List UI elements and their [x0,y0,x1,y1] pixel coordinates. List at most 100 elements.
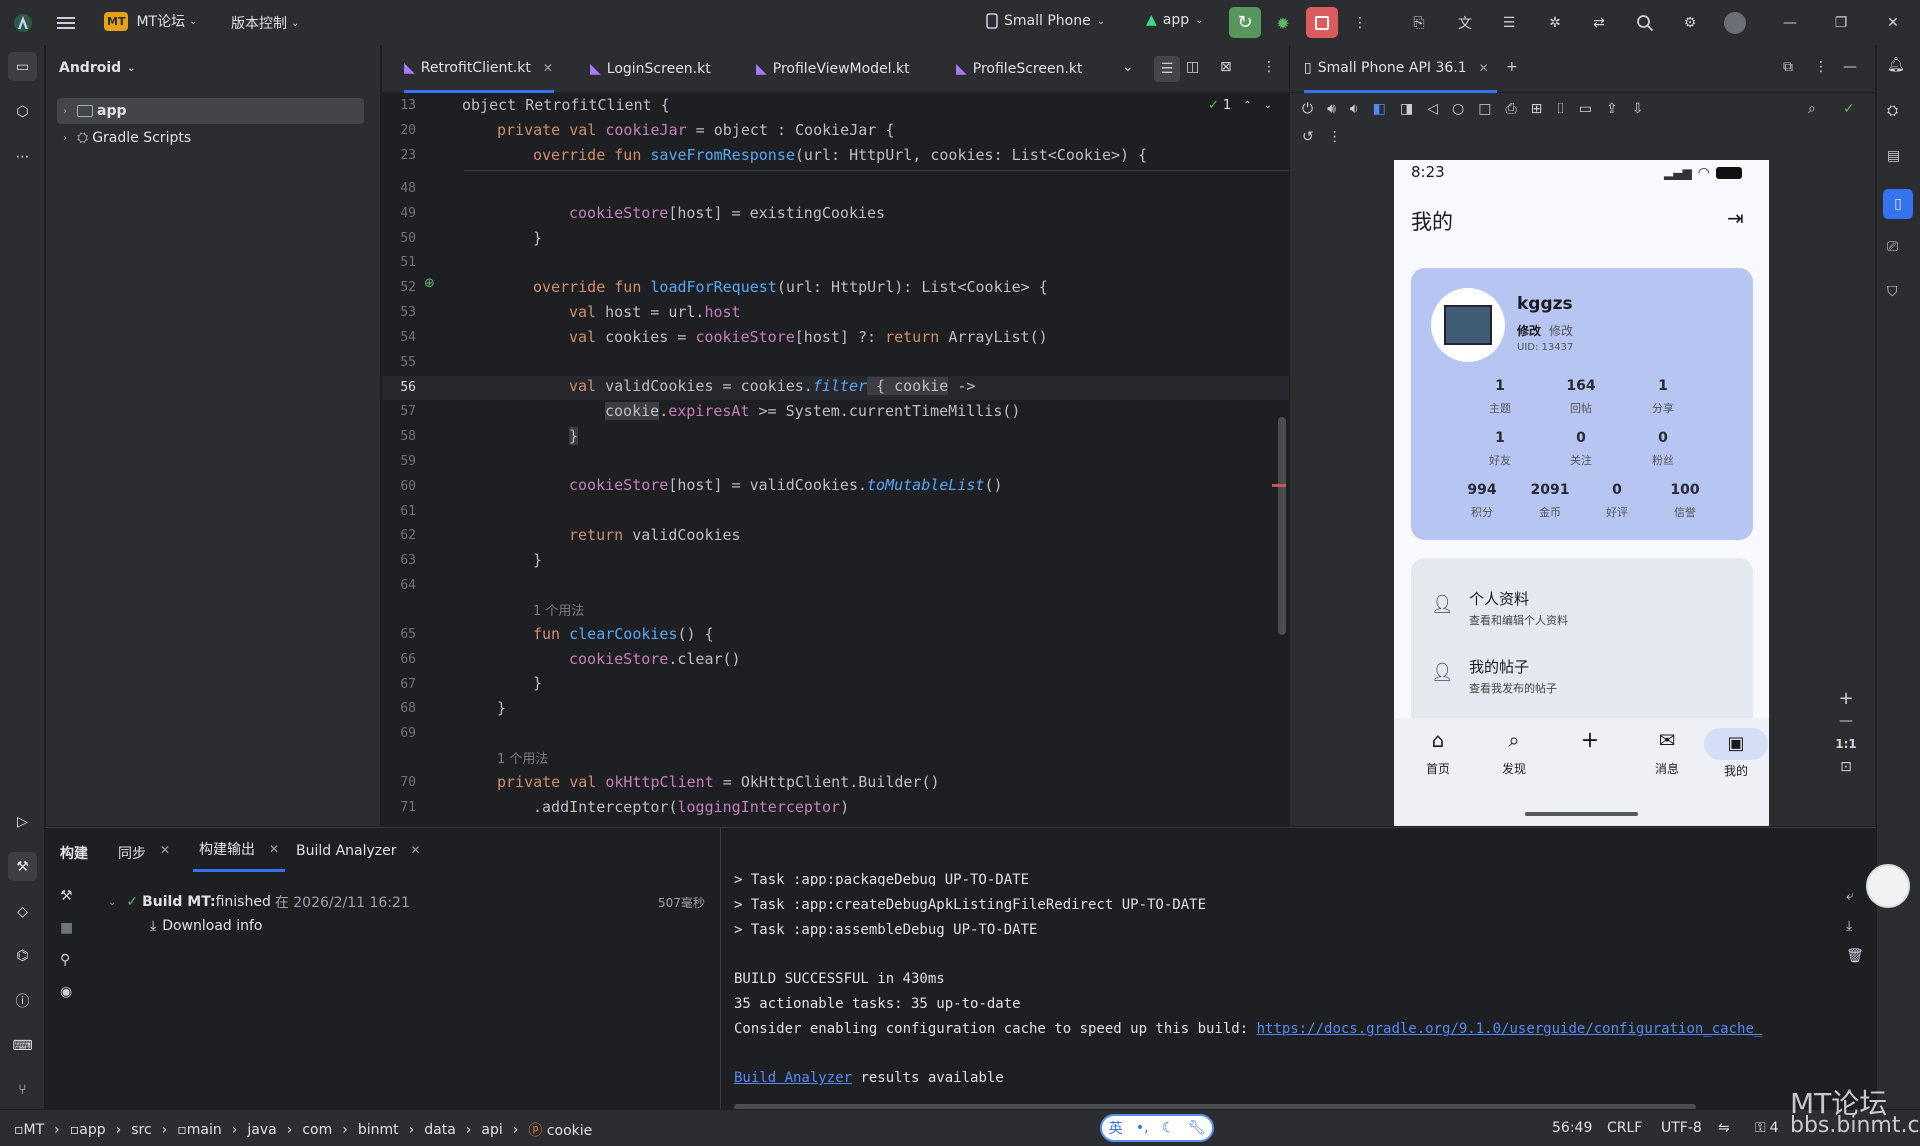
avatar[interactable] [1431,288,1505,362]
tree-item-app[interactable]: › app [57,98,364,124]
breadcrumb-item[interactable]: api [481,1122,502,1138]
tab-device[interactable]: ▯ Small Phone API 36.1 ✕ [1304,45,1497,93]
close-tab-icon[interactable]: ✕ [411,843,421,859]
translate-icon[interactable]: 文 [1453,12,1477,34]
pin-icon[interactable]: ⚲ [60,952,73,968]
debug-button[interactable]: ✹ [1272,12,1294,34]
wrench-icon[interactable]: 🔧︎ [1188,1120,1206,1136]
apply-changes-button[interactable]: ↻ [1229,7,1261,38]
history-icon[interactable]: ↺ [1302,129,1314,145]
breadcrumb-item[interactable]: java [247,1122,276,1138]
logout-icon[interactable]: ⇥ [1727,206,1744,230]
edit-link[interactable]: 修改 修改 [1517,322,1573,339]
stop-button[interactable] [1306,7,1338,38]
plugin-icon[interactable]: ✲ [1543,12,1567,34]
build-tree-root[interactable]: ⌄ ✓ Build MT: finished 在 2026/2/11 16:21 [108,892,410,912]
breadcrumb-item[interactable]: data [424,1122,456,1138]
close-tab-icon[interactable]: ✕ [1479,61,1489,75]
usage-hint[interactable]: 1 个用法 [497,748,548,767]
breadcrumb-item[interactable]: ▫app [70,1122,106,1138]
tab-profileviewmodel[interactable]: ◣ ProfileViewModel.kt [756,45,910,93]
split-view-icon[interactable]: ◫ [1186,59,1199,75]
overview-icon[interactable]: □ [1478,101,1491,117]
android-studio-logo-icon[interactable] [12,12,34,34]
gradle-tool-icon[interactable]: ⛭ [1887,103,1898,119]
volume-down-icon[interactable]: 🔉︎ [1350,101,1359,117]
account-avatar[interactable] [1724,12,1746,34]
rotate-left-icon[interactable]: ◧ [1373,101,1386,117]
notifications-icon[interactable]: 🔔︎ [1887,57,1905,73]
minimize-window-icon[interactable]: — [1779,12,1801,34]
tab-list-chevron-icon[interactable]: ⌄ [1122,59,1134,75]
editor-scrollbar[interactable] [1278,417,1286,635]
close-tab-icon[interactable]: ✕ [160,843,170,863]
design-view-icon[interactable]: ⊠ [1220,59,1232,75]
project-tool-button[interactable]: ▭ [8,52,37,81]
settings-gear-icon[interactable]: ⚙ [1678,12,1702,34]
moon-icon[interactable]: ☾ [1162,1120,1175,1136]
terminal-tool-button[interactable]: ⌨ [8,1031,37,1060]
close-tab-icon[interactable]: ✕ [269,842,279,856]
main-menu-icon[interactable] [56,13,76,33]
build-tree-child[interactable]: ⤓ Download info [150,918,263,934]
splitter[interactable] [720,828,721,1110]
structure-icon[interactable]: ☰ [1497,12,1521,34]
clear-output-icon[interactable]: 🗑︎ [1846,948,1864,964]
external-window-icon[interactable]: ⧉ [1783,59,1793,75]
running-devices-button[interactable]: ▯ [1883,189,1913,219]
git-tool-button[interactable]: ⑂ [8,1075,37,1104]
override-gutter-icon[interactable]: ⊕ [424,276,435,291]
breadcrumb-item[interactable]: binmt [358,1122,399,1138]
resource-manager-button[interactable]: ⬡ [8,97,37,126]
restore-window-icon[interactable]: ❐ [1830,12,1852,34]
code-area[interactable]: object RetrofitClient { private val cook… [462,93,1289,826]
more-icon[interactable]: ⋮ [1328,129,1342,145]
breadcrumb-item[interactable]: ⓟ cookie [528,1120,592,1140]
file-encoding[interactable]: UTF-8 [1661,1120,1702,1136]
sync-project-icon[interactable]: ⎘ [1407,12,1431,34]
eye-icon[interactable]: ◉ [60,984,73,1000]
zoom-fit-icon[interactable]: ⊡ [1831,759,1861,775]
assistant-avatar[interactable] [1866,864,1910,908]
zoom-actual-size[interactable]: 1:1 [1831,737,1861,751]
vcs-menu[interactable]: 版本控制 ⌄ [231,13,299,33]
panel-more-icon[interactable]: ⋮ [1814,59,1828,75]
nav-discover[interactable]: ⌕ 发现 [1484,728,1544,777]
build-analyzer-link[interactable]: Build Analyzer [734,1070,852,1086]
run-tool-button[interactable]: ▷ [8,807,37,836]
problems-tool-button[interactable]: ⓘ [8,986,37,1015]
config-cache-link[interactable]: https://docs.gradle.org/9.1.0/userguide/… [1257,1021,1763,1037]
gemini-tool-button[interactable]: ◇ [8,897,37,926]
device-explorer-icon[interactable]: ▤ [1887,148,1900,164]
run-config-selector[interactable]: ▲ app ⌄ [1146,12,1204,28]
indent-setting[interactable]: ⚿ 4 [1755,1120,1779,1136]
snapshot-icon[interactable]: ⊞ [1531,101,1543,117]
home-icon[interactable]: ○ [1452,101,1464,117]
layout-inspector-icon[interactable]: ⌕ [1808,101,1816,117]
more-actions-icon[interactable]: ⋮ [1350,12,1370,34]
menu-item-my-posts[interactable]: 👤︎ 我的帖子 查看我发布的帖子 [1411,648,1753,698]
build-hammer-icon[interactable]: ⚒ [60,888,73,904]
search-icon[interactable] [1633,12,1657,34]
line-separator[interactable]: CRLF [1607,1120,1642,1136]
zoom-in-icon[interactable]: + [1831,688,1861,709]
ime-toolbar[interactable]: 英 •, ☾ 🔧︎ [1100,1114,1214,1142]
error-stripe-marker[interactable] [1272,484,1286,487]
soft-wrap-icon[interactable]: ⤶ [1846,888,1864,904]
app-inspection-button[interactable]: ⌬ [8,941,37,970]
tab-build-output[interactable]: 构建输出 ✕ [193,828,286,872]
project-selector[interactable]: MT MT论坛 ⌄ [104,11,197,31]
record-icon[interactable]: ▭ [1579,101,1592,117]
breadcrumb-item[interactable]: ▫MT [14,1122,44,1138]
tree-item-gradle-scripts[interactable]: › ⛭ Gradle Scripts [57,125,364,151]
tab-sync[interactable]: 同步 ✕ [118,843,170,863]
close-tab-icon[interactable]: ✕ [543,61,553,75]
stop-build-icon[interactable]: ■ [60,920,73,936]
punctuation-icon[interactable]: •, [1136,1120,1149,1136]
shield-icon[interactable]: ⛉ [1887,284,1898,300]
tab-build-analyzer[interactable]: Build Analyzer ✕ [296,843,421,859]
tab-retrofitclient[interactable]: ◣ RetrofitClient.kt ✕ [404,45,554,93]
nav-me[interactable]: ▣ 我的 [1704,728,1768,779]
editor-more-icon[interactable]: ⋮ [1262,59,1276,75]
cursor-position[interactable]: 56:49 [1552,1120,1592,1136]
